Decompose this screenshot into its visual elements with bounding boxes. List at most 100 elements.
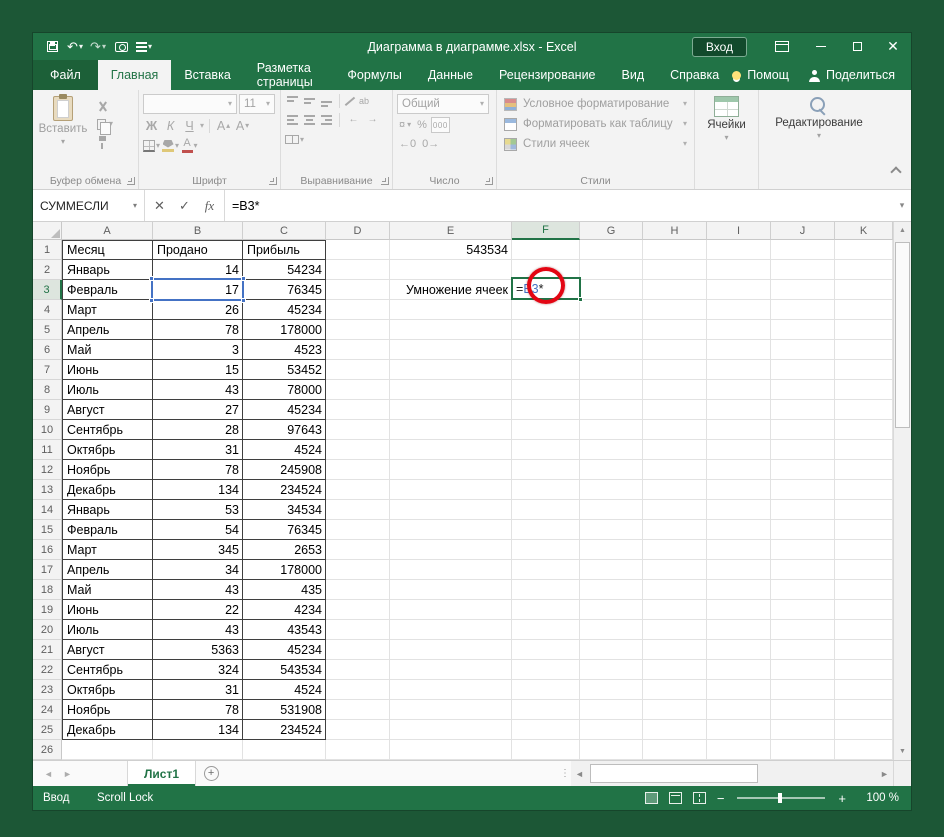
cell-K18[interactable] [835, 580, 893, 600]
conditional-formatting-button[interactable]: Условное форматирование ▾ [499, 94, 692, 114]
cell-D13[interactable] [326, 480, 390, 500]
cell-C20[interactable]: 43543 [243, 620, 326, 640]
cell-H25[interactable] [643, 720, 707, 740]
cell-C16[interactable]: 2653 [243, 540, 326, 560]
cell-A2[interactable]: Январь [62, 260, 153, 280]
cell-D16[interactable] [326, 540, 390, 560]
cell-E8[interactable] [390, 380, 512, 400]
cell-G8[interactable] [580, 380, 643, 400]
align-right-button[interactable] [319, 113, 334, 126]
cell-I25[interactable] [707, 720, 771, 740]
cells-button[interactable]: Ячейки ▾ [707, 94, 746, 189]
cell-B13[interactable]: 134 [153, 480, 243, 500]
cell-K10[interactable] [835, 420, 893, 440]
cell-C12[interactable]: 245908 [243, 460, 326, 480]
insert-function-button[interactable]: fx [197, 198, 222, 214]
decrease-font-button[interactable]: A ▾ [234, 117, 251, 134]
page-layout-view-button[interactable] [668, 792, 682, 804]
cell-H17[interactable] [643, 560, 707, 580]
column-header-I[interactable]: I [707, 222, 771, 240]
borders-button[interactable]: ▾ [143, 137, 160, 154]
cell-A7[interactable]: Июнь [62, 360, 153, 380]
page-break-view-button[interactable] [692, 792, 706, 804]
font-name-combo[interactable]: ▾ [143, 94, 237, 114]
row-header-7[interactable]: 7 [33, 360, 62, 380]
cell-B1[interactable]: Продано [153, 240, 243, 260]
underline-button[interactable]: Ч [181, 117, 198, 134]
cell-J2[interactable] [771, 260, 835, 280]
cell-A19[interactable]: Июнь [62, 600, 153, 620]
formula-bar-expand-button[interactable]: ▾ [893, 190, 911, 221]
cell-G18[interactable] [580, 580, 643, 600]
cell-K14[interactable] [835, 500, 893, 520]
cell-K12[interactable] [835, 460, 893, 480]
cell-E7[interactable] [390, 360, 512, 380]
scroll-right-button[interactable]: ► [876, 761, 893, 786]
cell-E5[interactable] [390, 320, 512, 340]
row-header-14[interactable]: 14 [33, 500, 62, 520]
cell-J24[interactable] [771, 700, 835, 720]
cell-B26[interactable] [153, 740, 243, 760]
row-header-13[interactable]: 13 [33, 480, 62, 500]
cell-J9[interactable] [771, 400, 835, 420]
cell-J3[interactable] [771, 280, 835, 300]
cell-C21[interactable]: 45234 [243, 640, 326, 660]
tab-glavnaya[interactable]: Главная [97, 60, 172, 90]
close-button[interactable]: ✕ [875, 33, 911, 60]
cell-D15[interactable] [326, 520, 390, 540]
column-header-J[interactable]: J [771, 222, 835, 240]
align-center-button[interactable] [302, 113, 317, 126]
cell-B5[interactable]: 78 [153, 320, 243, 340]
column-header-A[interactable]: A [62, 222, 153, 240]
cell-F1[interactable] [512, 240, 580, 260]
cell-I10[interactable] [707, 420, 771, 440]
accounting-format-button[interactable]: ¤ ▾ [397, 117, 413, 133]
cell-A10[interactable]: Сентябрь [62, 420, 153, 440]
cell-F13[interactable] [512, 480, 580, 500]
cell-G21[interactable] [580, 640, 643, 660]
number-format-combo[interactable]: Общий ▾ [397, 94, 489, 114]
cell-F24[interactable] [512, 700, 580, 720]
cell-E26[interactable] [390, 740, 512, 760]
cell-E6[interactable] [390, 340, 512, 360]
row-header-12[interactable]: 12 [33, 460, 62, 480]
cell-I16[interactable] [707, 540, 771, 560]
save-button[interactable] [41, 36, 63, 58]
cell-D5[interactable] [326, 320, 390, 340]
cell-A20[interactable]: Июль [62, 620, 153, 640]
cell-C11[interactable]: 4524 [243, 440, 326, 460]
cell-A12[interactable]: Ноябрь [62, 460, 153, 480]
increase-indent-button[interactable]: → [364, 111, 381, 128]
cell-J11[interactable] [771, 440, 835, 460]
tab-vstavka[interactable]: Вставка [171, 60, 243, 90]
cell-H9[interactable] [643, 400, 707, 420]
cell-C26[interactable] [243, 740, 326, 760]
cell-C5[interactable]: 178000 [243, 320, 326, 340]
cell-E20[interactable] [390, 620, 512, 640]
cell-J12[interactable] [771, 460, 835, 480]
cell-I7[interactable] [707, 360, 771, 380]
cell-K7[interactable] [835, 360, 893, 380]
cell-K11[interactable] [835, 440, 893, 460]
cell-K19[interactable] [835, 600, 893, 620]
cell-H24[interactable] [643, 700, 707, 720]
column-header-K[interactable]: K [835, 222, 893, 240]
cell-I1[interactable] [707, 240, 771, 260]
cell-H22[interactable] [643, 660, 707, 680]
cell-B24[interactable]: 78 [153, 700, 243, 720]
column-header-E[interactable]: E [390, 222, 512, 240]
cell-A3[interactable]: Февраль [62, 280, 153, 300]
column-header-H[interactable]: H [643, 222, 707, 240]
cell-K26[interactable] [835, 740, 893, 760]
minimize-button[interactable] [803, 33, 839, 60]
tab-formuly[interactable]: Формулы [334, 60, 414, 90]
cell-J21[interactable] [771, 640, 835, 660]
format-painter-button[interactable] [97, 135, 113, 149]
formula-input[interactable]: =B3* [225, 190, 893, 221]
cell-H4[interactable] [643, 300, 707, 320]
tab-vid[interactable]: Вид [609, 60, 658, 90]
cell-E16[interactable] [390, 540, 512, 560]
cell-H15[interactable] [643, 520, 707, 540]
cell-A23[interactable]: Октябрь [62, 680, 153, 700]
row-header-20[interactable]: 20 [33, 620, 62, 640]
